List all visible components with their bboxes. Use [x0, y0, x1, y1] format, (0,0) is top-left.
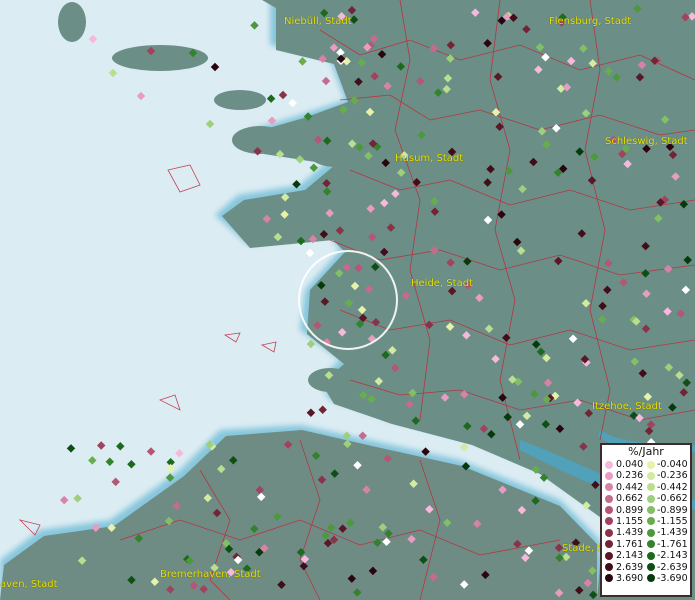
- legend-row: 0.662 -0.662: [602, 493, 690, 504]
- city-label-bremerhaven: Bremerhaven, Stadt: [160, 569, 261, 580]
- legend-swatch-negative: [647, 540, 655, 549]
- legend-value-negative: -3.690: [657, 572, 688, 584]
- legend-value-negative: -1.155: [657, 515, 688, 527]
- legend-swatch-positive: [605, 540, 613, 549]
- legend-title: %/Jahr: [628, 445, 664, 458]
- legend-row: 0.442 -0.442: [602, 482, 690, 493]
- legend-value-negative: -0.236: [657, 470, 688, 482]
- legend-value-positive: 2.143: [616, 550, 644, 562]
- legend-value-negative: -0.662: [657, 493, 688, 505]
- legend-swatch-positive: [605, 528, 613, 537]
- legend-value-negative: -1.439: [657, 527, 688, 539]
- legend-swatch-positive: [605, 460, 613, 469]
- legend-value-negative: -2.143: [657, 550, 688, 562]
- legend-swatch-negative: [647, 551, 655, 560]
- legend-row: 3.690 -3.690: [602, 573, 690, 584]
- legend-value-positive: 1.155: [616, 515, 644, 527]
- legend-value-negative: -0.899: [657, 504, 688, 516]
- city-label-niebuell: Niebüll, Stadt: [284, 16, 352, 27]
- legend-row: 2.639 -2.639: [602, 562, 690, 573]
- legend-rows: 0.040 -0.040 0.236 -0.236 0.442 -0.442 0.662 -0…: [602, 459, 690, 584]
- legend-swatch-positive: [605, 483, 613, 492]
- city-label-flensburg: Flensburg, Stadt: [549, 16, 632, 27]
- legend-value-negative: -1.761: [657, 538, 688, 550]
- legend-value-positive: 0.236: [616, 470, 644, 482]
- city-label-heide: Heide, Stadt: [411, 278, 473, 289]
- legend-swatch-negative: [647, 517, 655, 526]
- city-label-schleswig: Schleswig, Stadt: [605, 136, 688, 147]
- legend-row: 0.899 -0.899: [602, 505, 690, 516]
- legend-swatch-negative: [647, 494, 655, 503]
- legend-value-positive: 0.899: [616, 504, 644, 516]
- legend-row: 2.143 -2.143: [602, 550, 690, 561]
- legend-swatch-negative: [647, 460, 655, 469]
- legend-swatch-negative: [647, 471, 655, 480]
- legend-value-positive: 3.690: [616, 572, 644, 584]
- legend-row: 1.155 -1.155: [602, 516, 690, 527]
- legend-row: 1.439 -1.439: [602, 527, 690, 538]
- legend-row: 0.236 -0.236: [602, 470, 690, 481]
- legend-swatch-negative: [647, 483, 655, 492]
- basemap: [0, 0, 695, 600]
- legend-swatch-positive: [605, 517, 613, 526]
- map-view[interactable]: Niebüll, Stadt Flensburg, Stadt Husum, S…: [0, 0, 695, 600]
- legend-value-positive: 0.662: [616, 493, 644, 505]
- legend-swatch-positive: [605, 551, 613, 560]
- city-label-stade: Stade, S: [562, 543, 604, 554]
- legend-row: 1.761 -1.761: [602, 539, 690, 550]
- legend-swatch-negative: [647, 528, 655, 537]
- legend: %/Jahr 0.040 -0.040 0.236 -0.236 0.442 -0.442…: [600, 443, 692, 597]
- legend-swatch-positive: [605, 563, 613, 572]
- legend-row: 0.040 -0.040: [602, 459, 690, 470]
- legend-value-positive: 1.761: [616, 538, 644, 550]
- legend-value-positive: 1.439: [616, 527, 644, 539]
- legend-swatch-positive: [605, 471, 613, 480]
- legend-swatch-positive: [605, 494, 613, 503]
- legend-swatch-negative: [647, 574, 655, 583]
- legend-value-positive: 0.442: [616, 481, 644, 493]
- legend-swatch-positive: [605, 506, 613, 515]
- legend-value-positive: 2.639: [616, 561, 644, 573]
- legend-value-positive: 0.040: [616, 459, 644, 470]
- legend-swatch-positive: [605, 574, 613, 583]
- legend-value-negative: -2.639: [657, 561, 688, 573]
- city-label-husum: Husum, Stadt: [395, 153, 464, 164]
- legend-value-negative: -0.442: [657, 481, 688, 493]
- legend-swatch-negative: [647, 506, 655, 515]
- legend-swatch-negative: [647, 563, 655, 572]
- legend-value-negative: -0.040: [657, 459, 688, 470]
- city-label-cuxhaven: aven, Stadt: [0, 579, 58, 590]
- city-label-itzehoe: Itzehoe, Stadt: [592, 401, 662, 412]
